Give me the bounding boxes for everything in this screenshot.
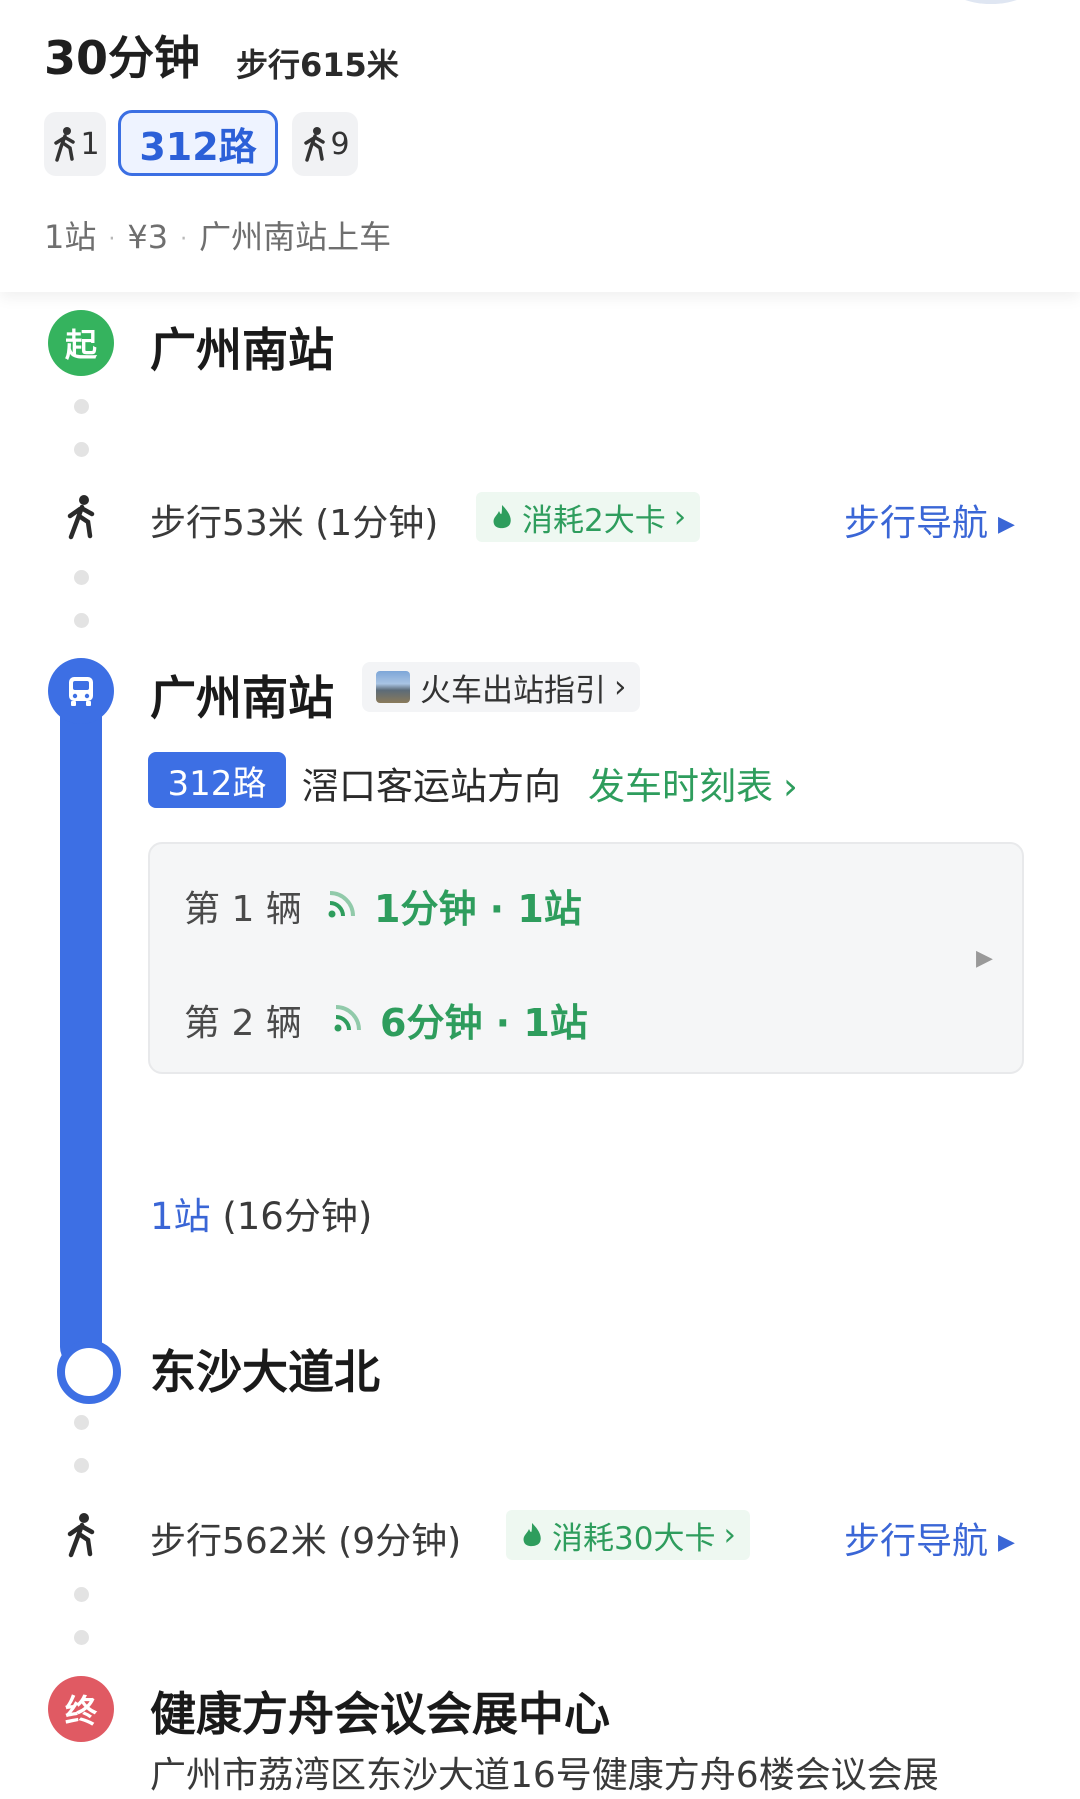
- timetable-link[interactable]: 发车时刻表 ›: [588, 756, 798, 810]
- alight-station-name[interactable]: 东沙大道北: [150, 1336, 380, 1402]
- calories-chip-2[interactable]: 消耗30大卡 ›: [506, 1510, 750, 1560]
- bus-icon: [48, 658, 114, 724]
- arrival-1-label: 第 1 辆: [184, 889, 302, 930]
- route-walk-distance: 步行615米: [236, 46, 399, 84]
- summary-fare: ¥3: [127, 218, 169, 256]
- start-station-name[interactable]: 广州南站: [150, 314, 334, 380]
- timeline-dot: [74, 1630, 89, 1645]
- walk-navigation-link-2[interactable]: 步行导航 ▶: [844, 1512, 1015, 1564]
- timeline-dot: [74, 399, 89, 414]
- ride-stops-summary[interactable]: 1站 (16分钟): [150, 1186, 372, 1240]
- route-summary-line: 1站 · ¥3 · 广州南站上车: [44, 218, 392, 256]
- leaf-icon: [520, 1521, 552, 1549]
- timeline-dot: [74, 442, 89, 457]
- arrival-2-label: 第 2 辆: [184, 1003, 302, 1044]
- realtime-signal-icon: [328, 891, 355, 918]
- start-badge: 起: [48, 310, 114, 376]
- ride-stops-count: 1站: [150, 1195, 211, 1238]
- arrival-1-eta: 1分钟 · 1站: [374, 887, 582, 931]
- arrival-2-eta: 6分钟 · 1站: [380, 1001, 588, 1045]
- segment-chip-walk-2[interactable]: 9: [292, 112, 358, 176]
- segment-walk-minutes: 9: [330, 126, 350, 162]
- realtime-signal-icon: [334, 1005, 361, 1032]
- chevron-right-icon: ›: [614, 669, 627, 705]
- boarding-station-name[interactable]: 广州南站: [150, 662, 334, 728]
- realtime-arrivals-panel[interactable]: 第 1 辆 1分钟 · 1站 第 2 辆 6分钟 · 1站 ▶: [148, 842, 1024, 1074]
- chevron-right-icon: ▶: [976, 946, 993, 971]
- walk-segment-2-text: 步行562米 (9分钟): [150, 1521, 462, 1562]
- walk-icon: [50, 126, 80, 162]
- destination-address: 广州市荔湾区东沙大道16号健康方舟6楼会议会展: [150, 1755, 939, 1796]
- guide-label: 火车出站指引: [420, 672, 606, 709]
- walk-navigation-link-1[interactable]: 步行导航 ▶: [844, 494, 1015, 546]
- calories-label: 消耗2大卡: [522, 502, 666, 539]
- chevron-right-icon: ›: [673, 499, 687, 535]
- walk-icon: [300, 126, 330, 162]
- timeline-dot: [74, 1415, 89, 1430]
- timeline-dot: [74, 1587, 89, 1602]
- train-exit-guide-chip[interactable]: 火车出站指引 ›: [362, 662, 641, 712]
- route-summary-card: 30分钟 步行615米 1 312路 9 1站 · ¥3 · 广州南站上车: [0, 0, 1080, 292]
- segment-chip-bus-312[interactable]: 312路: [118, 110, 278, 176]
- calories-chip-1[interactable]: 消耗2大卡 ›: [476, 492, 701, 542]
- leaf-icon: [490, 503, 522, 531]
- calories-label: 消耗30大卡: [552, 1520, 716, 1557]
- walk-icon: [62, 494, 100, 540]
- chevron-right-icon: ›: [723, 1517, 736, 1553]
- segment-walk-minutes: 1: [80, 126, 100, 162]
- play-arrow-icon: ▶: [998, 1530, 1015, 1555]
- timeline-dot: [74, 613, 89, 628]
- ride-duration: (16分钟): [222, 1195, 373, 1238]
- segment-chip-walk-1[interactable]: 1: [44, 112, 106, 176]
- route-duration: 30分钟: [44, 31, 201, 85]
- alight-stop-marker: [57, 1340, 121, 1404]
- station-thumbnail-image: [376, 671, 410, 703]
- timeline-dot: [74, 1458, 89, 1473]
- walk-navigation-label: 步行导航: [844, 1521, 989, 1562]
- walk-icon: [62, 1512, 100, 1558]
- bus-route-tag[interactable]: 312路: [148, 752, 286, 808]
- walk-segment-1-text: 步行53米 (1分钟): [150, 503, 439, 544]
- walk-navigation-label: 步行导航: [844, 503, 989, 544]
- chevron-right-icon: ›: [783, 765, 798, 808]
- end-badge: 终: [48, 1676, 114, 1742]
- timetable-label: 发车时刻表: [588, 765, 773, 808]
- summary-boarding: 广州南站上车: [199, 218, 392, 256]
- bus-route-line: [60, 660, 102, 1368]
- timeline-dot: [74, 570, 89, 585]
- avatar[interactable]: [946, 0, 1036, 4]
- play-arrow-icon: ▶: [998, 512, 1015, 537]
- bus-direction: 滘口客运站方向: [302, 765, 561, 808]
- summary-stops: 1站: [44, 218, 97, 256]
- destination-name[interactable]: 健康方舟会议会展中心: [150, 1678, 610, 1744]
